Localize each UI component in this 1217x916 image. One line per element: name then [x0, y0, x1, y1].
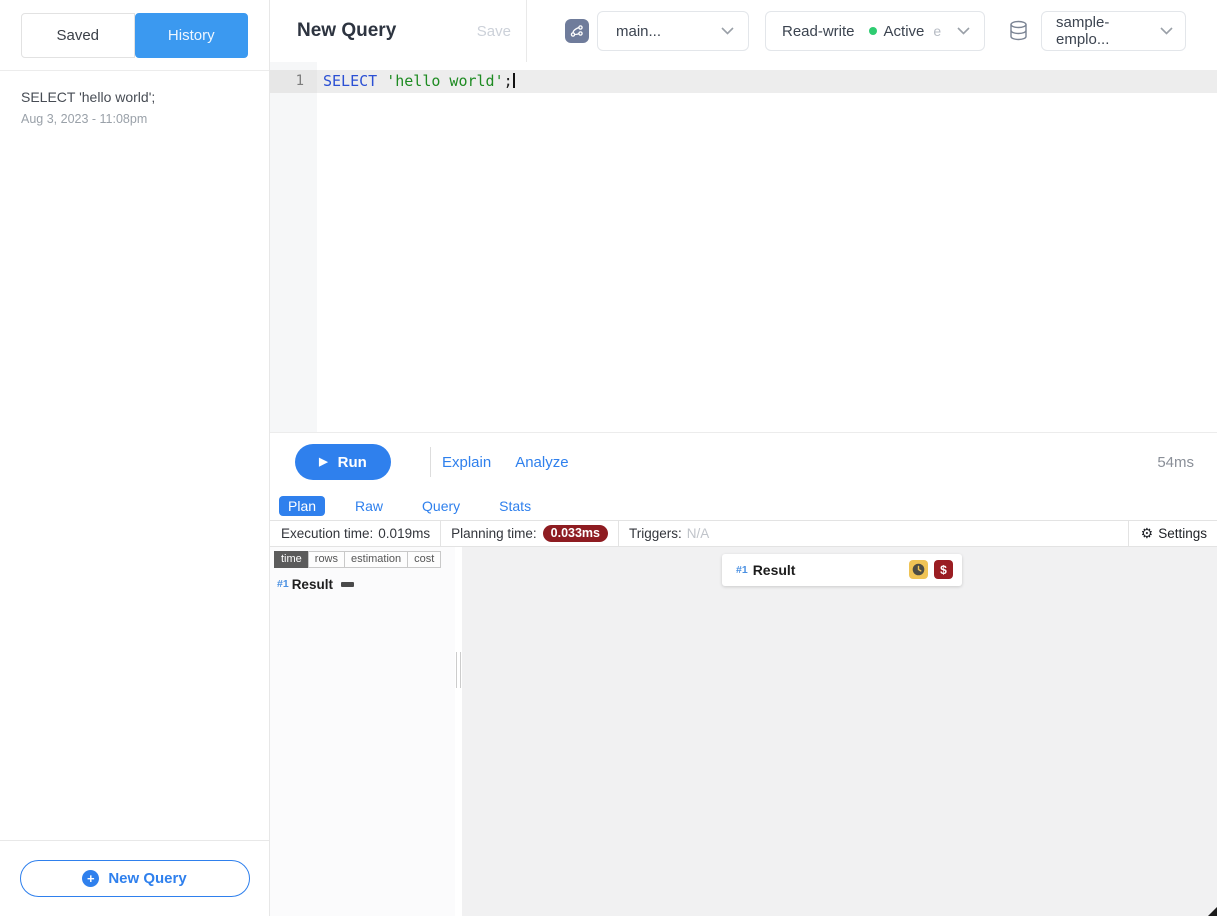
tab-stats[interactable]: Stats: [490, 496, 540, 516]
triggers-label: Triggers:: [629, 526, 682, 541]
divider: [430, 447, 431, 477]
main-panel: New Query Save main... Read-write: [270, 0, 1217, 916]
splitter-handle-icon: [456, 652, 461, 688]
connection-mode: Read-write: [782, 23, 855, 40]
query-duration: 54ms: [1157, 454, 1194, 471]
toolbar: main... Read-write Active e: [527, 0, 1217, 62]
plus-icon: +: [82, 870, 99, 887]
page-title: New Query: [297, 20, 396, 42]
settings-label: Settings: [1158, 526, 1207, 541]
line-number: 1: [270, 70, 317, 93]
app-window: Saved History SELECT 'hello world'; Aug …: [0, 0, 1217, 916]
metric-time-button[interactable]: time: [274, 551, 309, 568]
triggers-value: N/A: [687, 526, 710, 541]
run-button[interactable]: ▶ Run: [295, 444, 391, 480]
analyze-button[interactable]: Analyze: [515, 454, 568, 471]
node-name: Result: [753, 562, 796, 578]
execution-time-label: Execution time:: [281, 526, 373, 541]
saved-history-toggle: Saved History: [21, 13, 248, 58]
database-icon: [1008, 20, 1029, 42]
metric-rows-button[interactable]: rows: [308, 551, 345, 568]
node-id: #1: [736, 564, 748, 576]
metric-cost-button[interactable]: cost: [407, 551, 441, 568]
sql-keyword: SELECT: [323, 72, 386, 90]
sidebar: Saved History SELECT 'hello world'; Aug …: [0, 0, 270, 916]
plan-status-bar: Execution time: 0.019ms Planning time: 0…: [270, 520, 1217, 547]
result-tabs: Plan Raw Query Stats: [270, 492, 1217, 520]
plan-item-id: #1: [277, 578, 289, 590]
tab-query[interactable]: Query: [413, 496, 469, 516]
execution-time: Execution time: 0.019ms: [270, 521, 441, 546]
editor-code-area[interactable]: SELECT 'hello world';: [317, 62, 1217, 432]
sidebar-footer: + New Query: [0, 840, 269, 916]
plan-area: time rows estimation cost #1 Result #1 R…: [270, 547, 1217, 916]
new-query-label: New Query: [108, 870, 186, 887]
time-badge: [909, 560, 928, 579]
new-query-button[interactable]: + New Query: [20, 860, 250, 897]
sidebar-header: Saved History: [0, 0, 269, 71]
plan-diagram: #1 Result $: [462, 547, 1217, 916]
sql-string: 'hello world': [386, 72, 503, 90]
text-cursor: [513, 73, 515, 88]
chevron-down-icon: [721, 27, 734, 35]
planning-time-label: Planning time:: [451, 526, 537, 541]
run-bar: ▶ Run Explain Analyze 54ms: [270, 432, 1217, 492]
gear-icon: ⚙: [1141, 526, 1154, 540]
play-icon: ▶: [319, 457, 327, 468]
tab-plan[interactable]: Plan: [279, 496, 325, 516]
connection-extra: e: [933, 23, 941, 39]
editor-gutter: 1: [270, 62, 317, 432]
branch-icon: [570, 24, 584, 38]
plan-item-bar: [341, 582, 354, 587]
branch-select-value: main...: [616, 23, 661, 40]
branch-icon-button[interactable]: [565, 19, 589, 43]
topbar: New Query Save main... Read-write: [270, 0, 1217, 62]
run-label: Run: [338, 454, 367, 471]
history-list-item[interactable]: SELECT 'hello world'; Aug 3, 2023 - 11:0…: [0, 71, 269, 138]
code-line: SELECT 'hello world';: [317, 70, 1217, 93]
tab-saved[interactable]: Saved: [21, 13, 135, 58]
plan-metric-buttons: time rows estimation cost: [274, 551, 455, 568]
branch-select[interactable]: main...: [597, 11, 749, 51]
chevron-down-icon: [1160, 27, 1173, 35]
execution-time-value: 0.019ms: [378, 526, 430, 541]
database-select[interactable]: sample-emplo...: [1041, 11, 1186, 51]
window-resize-handle[interactable]: [1208, 907, 1217, 916]
dollar-icon: $: [940, 563, 947, 577]
history-query-text: SELECT 'hello world';: [21, 89, 248, 105]
clock-icon: [912, 563, 925, 576]
sql-punctuation: ;: [504, 72, 513, 90]
history-timestamp: Aug 3, 2023 - 11:08pm: [21, 112, 248, 126]
plan-node-result[interactable]: #1 Result $: [722, 554, 962, 586]
metric-estimation-button[interactable]: estimation: [344, 551, 408, 568]
cost-badge: $: [934, 560, 953, 579]
save-button[interactable]: Save: [477, 23, 511, 40]
node-badges: $: [909, 560, 953, 579]
tab-history[interactable]: History: [135, 13, 249, 58]
chevron-down-icon: [957, 27, 970, 35]
settings-button[interactable]: ⚙ Settings: [1128, 521, 1217, 546]
triggers: Triggers: N/A: [619, 521, 719, 546]
query-title-area: New Query Save: [270, 0, 527, 62]
status-dot-icon: [869, 27, 877, 35]
planning-time-badge: 0.033ms: [543, 525, 608, 542]
explain-button[interactable]: Explain: [442, 454, 491, 471]
database-select-value: sample-emplo...: [1056, 14, 1160, 48]
connection-select[interactable]: Read-write Active e: [765, 11, 985, 51]
plan-item-name: Result: [292, 577, 333, 592]
plan-node-list: time rows estimation cost #1 Result: [270, 547, 455, 916]
sql-editor[interactable]: 1 SELECT 'hello world';: [270, 62, 1217, 432]
planning-time: Planning time: 0.033ms: [441, 521, 619, 546]
history-list: SELECT 'hello world'; Aug 3, 2023 - 11:0…: [0, 71, 269, 840]
connection-status: Active: [884, 23, 925, 40]
panel-splitter[interactable]: [455, 547, 462, 916]
tab-raw[interactable]: Raw: [346, 496, 392, 516]
plan-list-item[interactable]: #1 Result: [274, 577, 455, 592]
